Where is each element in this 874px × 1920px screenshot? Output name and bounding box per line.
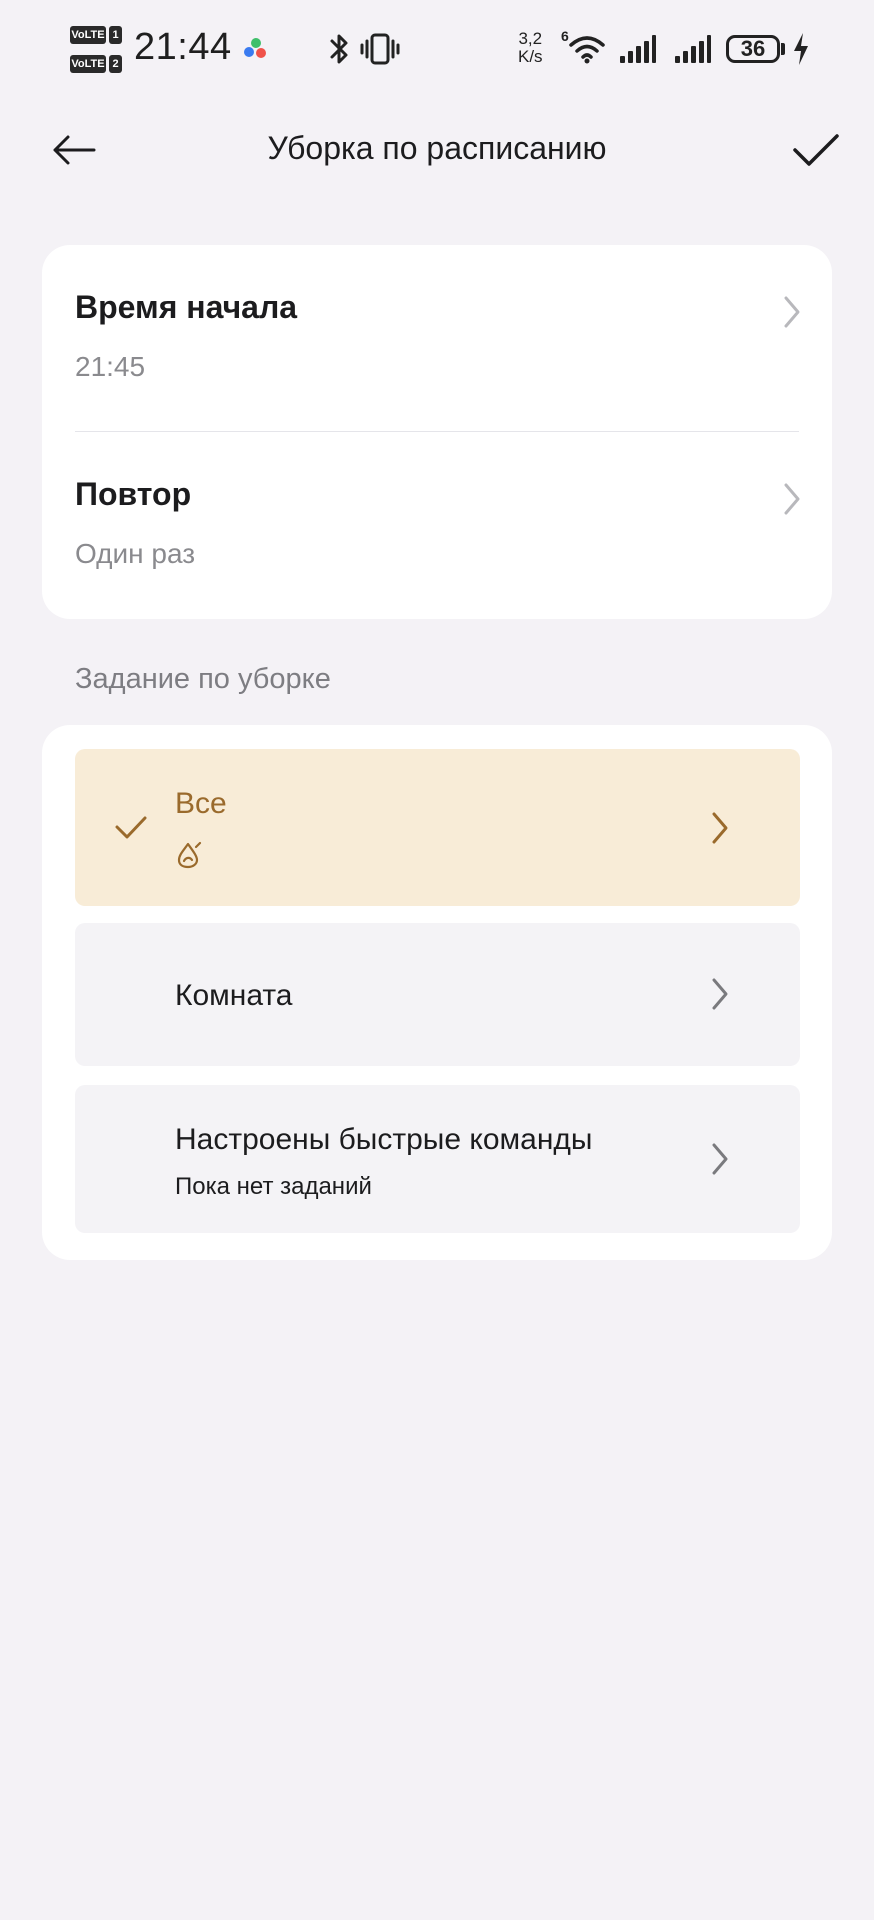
network-speed: 3,2 K/s: [518, 30, 543, 66]
option-all[interactable]: Все: [75, 749, 800, 906]
volte-label: VoLTE: [70, 26, 106, 44]
signal-icon: [675, 35, 711, 63]
option-title: Настроены быстрые команды: [175, 1123, 593, 1156]
repeat-title: Повтор: [75, 476, 192, 512]
header: Уборка по расписанию: [0, 100, 874, 200]
repeat-row[interactable]: Повтор Один раз: [42, 432, 832, 618]
start-time-value: 21:45: [75, 351, 146, 382]
check-icon: [115, 816, 147, 839]
chevron-right-icon: [784, 483, 800, 515]
repeat-value: Один раз: [75, 538, 196, 569]
chevron-right-icon: [784, 296, 800, 328]
battery-tip: [781, 43, 785, 55]
option-quick-commands[interactable]: Настроены быстрые команды Пока нет задан…: [75, 1085, 800, 1233]
network-speed-unit: K/s: [518, 47, 543, 66]
start-time-title: Время начала: [75, 289, 298, 325]
confirm-button[interactable]: [786, 122, 846, 178]
battery-icon: 36: [726, 35, 780, 63]
check-icon: [793, 134, 839, 166]
start-time-row[interactable]: Время начала 21:45: [42, 245, 832, 431]
sim-number: 1: [109, 26, 122, 44]
wifi-icon: [569, 36, 605, 64]
volte-label: VoLTE: [70, 55, 106, 73]
sim2-volte-indicator: VoLTE 2: [70, 55, 124, 73]
option-room[interactable]: Комната: [75, 923, 800, 1066]
option-subtitle: Пока нет заданий: [175, 1173, 372, 1200]
sim-number: 2: [109, 55, 122, 73]
signal-icon: [620, 35, 656, 63]
chevron-right-icon: [712, 812, 728, 844]
vibrate-icon: [360, 33, 400, 65]
bluetooth-icon: [330, 34, 348, 64]
app-notification-icon: [244, 38, 268, 62]
mop-water-drop-icon: [177, 841, 202, 869]
cleaning-task-card: Все Комната Настроены быстрые команды По…: [42, 725, 832, 1260]
status-time: 21:44: [134, 26, 232, 68]
schedule-card: Время начала 21:45 Повтор Один раз: [42, 245, 832, 619]
option-title: Комната: [175, 979, 293, 1012]
charging-icon: [794, 33, 808, 65]
status-bar: VoLTE 1 VoLTE 2 21:44 3,2 K/s 6 36: [0, 0, 874, 100]
chevron-right-icon: [712, 978, 728, 1010]
section-title: Задание по уборке: [75, 663, 331, 695]
page-title: Уборка по расписанию: [267, 130, 607, 166]
chevron-right-icon: [712, 1143, 728, 1175]
sim1-volte-indicator: VoLTE 1: [70, 26, 124, 44]
network-speed-value: 3,2: [518, 29, 543, 48]
option-title: Все: [175, 787, 227, 820]
